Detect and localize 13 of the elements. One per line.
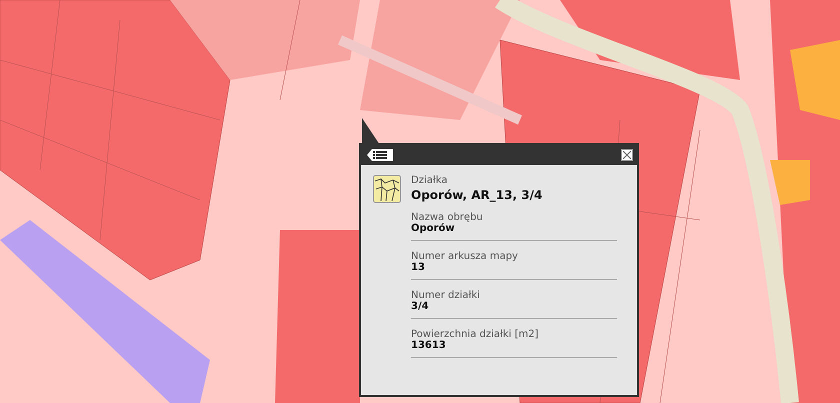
field-value: 13613 (411, 340, 447, 351)
field-label: Nazwa obrębu (411, 212, 484, 223)
close-button[interactable] (621, 149, 633, 161)
field-value: 13 (411, 262, 426, 273)
field-label: Powierzchnia działki [m2] (411, 329, 540, 340)
layer-label: Działka (411, 175, 448, 186)
popup-title: Oporów, AR_13, 3/4 (411, 188, 544, 202)
field-label: Numer arkusza mapy (411, 251, 519, 262)
parcel-map-icon (373, 175, 401, 203)
field-label: Numer działki (411, 290, 481, 301)
list-button[interactable] (367, 149, 393, 161)
field-value: Oporów (411, 223, 456, 234)
field-value: 3/4 (411, 301, 430, 312)
